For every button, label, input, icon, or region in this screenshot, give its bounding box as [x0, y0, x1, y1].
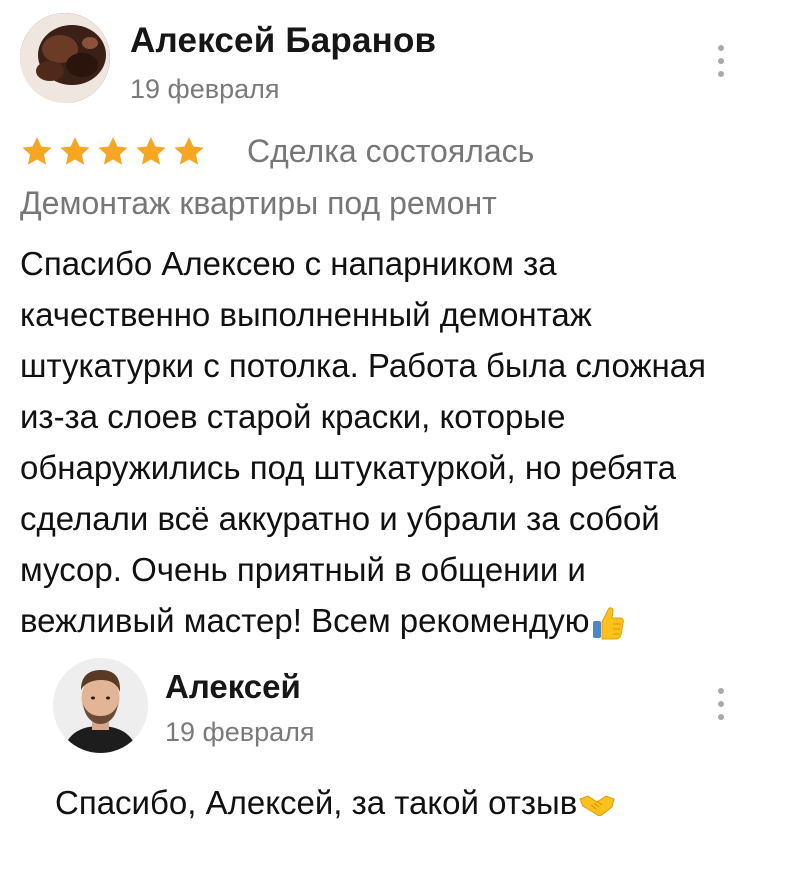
author-avatar[interactable] [20, 13, 110, 103]
review-text-line: мусор. Очень приятный в общении и [20, 551, 586, 588]
review-text-line: сделали всё аккуратно и убрали за собой [20, 500, 660, 537]
deal-status: Сделка состоялась [247, 133, 535, 169]
review-text-line: из-за слоев старой краски, которые [20, 398, 566, 435]
reply-text-content: Спасибо, Алексей, за такой отзыв [55, 784, 578, 821]
reply-text: Спасибо, Алексей, за такой отзыв [55, 784, 615, 822]
review-text-line: качественно выполненный демонтаж [20, 296, 592, 333]
star-icon [136, 137, 166, 165]
star-icon [98, 137, 128, 165]
star-icon [174, 137, 204, 165]
reply-date: 19 февраля [165, 717, 315, 747]
review-date: 19 февраля [130, 74, 280, 104]
author-name[interactable]: Алексей Баранов [130, 21, 436, 61]
person-photo-icon [53, 658, 148, 753]
thumbs-up-icon [593, 607, 625, 640]
reply-more-options-button[interactable] [714, 686, 728, 726]
reply-author-name[interactable]: Алексей [165, 668, 301, 706]
handshake-icon [579, 795, 615, 817]
review-card: Алексей Баранов 19 февраля Сделка состоя… [0, 0, 786, 640]
review-text-line: обнаружились под штукатуркой, но ребята [20, 449, 677, 486]
more-vertical-icon [718, 688, 724, 694]
review-text: Спасибо Алексею с напарником за качестве… [20, 238, 760, 646]
dog-photo-icon [20, 13, 110, 103]
review-text-line: вежливый мастер! Всем рекомендую [20, 602, 590, 639]
star-icon [22, 137, 52, 165]
star-icon [60, 137, 90, 165]
review-text-line: штукатурки с потолка. Работа была сложна… [20, 347, 706, 384]
more-vertical-icon [718, 45, 724, 51]
review-text-last-line: вежливый мастер! Всем рекомендую [20, 595, 760, 646]
reply-author-avatar[interactable] [53, 658, 148, 753]
rating-stars [20, 135, 206, 171]
review-text-line: Спасибо Алексею с напарником за [20, 245, 557, 282]
service-name: Демонтаж квартиры под ремонт [20, 185, 497, 221]
more-options-button[interactable] [714, 43, 728, 83]
